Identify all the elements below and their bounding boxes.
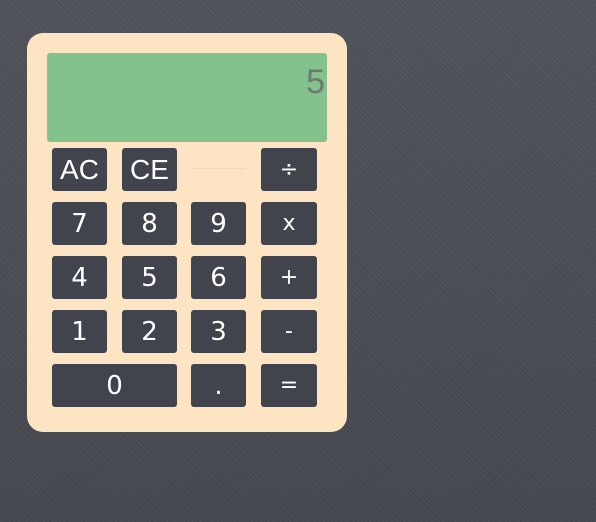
nine-button[interactable]: 9 bbox=[191, 202, 246, 245]
eight-button[interactable]: 8 bbox=[122, 202, 177, 245]
six-button[interactable]: 6 bbox=[191, 256, 246, 299]
clear-entry-button[interactable]: CE bbox=[122, 148, 177, 191]
five-button[interactable]: 5 bbox=[122, 256, 177, 299]
calculator: 5 AC CE ÷ 7 8 9 x 4 5 6 + 1 2 3 - 0 . = bbox=[27, 33, 347, 432]
decimal-button[interactable]: . bbox=[191, 364, 246, 407]
divide-button[interactable]: ÷ bbox=[261, 148, 317, 191]
four-button[interactable]: 4 bbox=[52, 256, 107, 299]
all-clear-button[interactable]: AC bbox=[52, 148, 107, 191]
calculator-display: 5 bbox=[47, 53, 327, 142]
two-button[interactable]: 2 bbox=[122, 310, 177, 353]
equals-button[interactable]: = bbox=[261, 364, 317, 407]
multiply-button[interactable]: x bbox=[261, 202, 317, 245]
subtract-button[interactable]: - bbox=[261, 310, 317, 353]
display-value: 5 bbox=[306, 63, 325, 101]
add-button[interactable]: + bbox=[261, 256, 317, 299]
seven-button[interactable]: 7 bbox=[52, 202, 107, 245]
zero-button[interactable]: 0 bbox=[52, 364, 177, 407]
three-button[interactable]: 3 bbox=[191, 310, 246, 353]
empty-key-slot bbox=[192, 168, 246, 172]
one-button[interactable]: 1 bbox=[52, 310, 107, 353]
